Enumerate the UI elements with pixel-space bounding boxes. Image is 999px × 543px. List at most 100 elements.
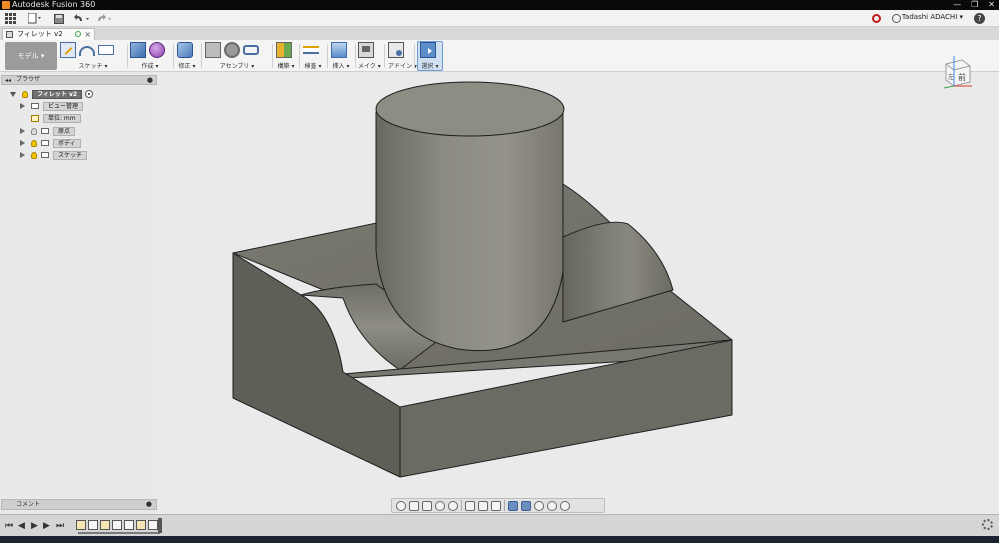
- model-view[interactable]: [158, 72, 999, 514]
- document-tab[interactable]: フィレット v2 ×: [2, 28, 95, 40]
- make-group[interactable]: メイク ▾: [358, 42, 381, 70]
- expand-toggle-icon[interactable]: [20, 140, 25, 146]
- camera-icon[interactable]: [560, 500, 570, 511]
- select-group[interactable]: 選択 ▾: [420, 42, 440, 70]
- expand-toggle-icon[interactable]: [20, 103, 25, 109]
- fit-icon[interactable]: [448, 500, 458, 511]
- visibility-bulb-icon[interactable]: [31, 151, 37, 159]
- sketch-menu-label[interactable]: スケッチ ▾: [60, 61, 126, 70]
- workspace-switcher[interactable]: モデル ▾: [5, 42, 57, 70]
- form-icon[interactable]: [149, 42, 165, 58]
- as-built-joint-icon[interactable]: [243, 45, 259, 55]
- scripts-addins-icon[interactable]: [388, 42, 404, 58]
- viewcube-left-label[interactable]: 左: [948, 73, 954, 81]
- visibility-bulb-icon[interactable]: [31, 127, 37, 135]
- maximize-button[interactable]: ❐: [971, 0, 978, 10]
- insert-group[interactable]: 挿入 ▾: [331, 42, 351, 70]
- timeline-marker[interactable]: [158, 518, 162, 533]
- app-grid-icon[interactable]: [5, 12, 16, 25]
- timeline-sketch-feature[interactable]: [76, 520, 86, 530]
- undo-icon[interactable]: [74, 12, 92, 25]
- play-icon[interactable]: ▶: [31, 521, 38, 531]
- collapse-panel-icon[interactable]: ◂◂: [5, 77, 11, 85]
- visibility-bulb-icon[interactable]: [22, 90, 28, 98]
- insert-menu-label[interactable]: 挿入 ▾: [331, 61, 351, 70]
- offset-plane-icon[interactable]: [276, 42, 292, 58]
- grid-settings-icon[interactable]: [478, 500, 488, 511]
- environment-icon[interactable]: [521, 500, 531, 511]
- look-at-icon[interactable]: [409, 500, 419, 511]
- expand-toggle-icon[interactable]: [10, 91, 16, 97]
- tree-item-label[interactable]: 単位: mm: [43, 113, 81, 123]
- tree-item-label[interactable]: スケッチ: [53, 150, 88, 160]
- step-forward-icon[interactable]: ▶: [43, 521, 50, 531]
- assembly-group[interactable]: アセンブリ ▾: [205, 42, 269, 70]
- tree-item-bodies[interactable]: ボディ: [20, 138, 81, 148]
- create-menu-label[interactable]: 作成 ▾: [130, 61, 170, 70]
- measure-icon[interactable]: [303, 46, 319, 54]
- orbit-icon[interactable]: [396, 500, 406, 511]
- job-status-icon[interactable]: [892, 14, 901, 23]
- select-menu-label[interactable]: 選択 ▾: [420, 61, 440, 70]
- 3d-viewport[interactable]: [158, 72, 999, 514]
- inspect-group[interactable]: 検査 ▾: [303, 42, 323, 70]
- effects-icon[interactable]: [534, 500, 544, 511]
- tree-item-view-manager[interactable]: ビュー管理: [20, 101, 84, 111]
- modify-group[interactable]: 修正 ▾: [177, 42, 197, 70]
- viewcube-front-label[interactable]: 前: [958, 72, 966, 82]
- display-settings-icon[interactable]: [465, 500, 475, 511]
- help-icon[interactable]: ?: [974, 13, 985, 24]
- timeline-sketch-feature[interactable]: [136, 520, 146, 530]
- visual-style-icon[interactable]: [508, 500, 518, 511]
- construct-group[interactable]: 構築 ▾: [276, 42, 296, 70]
- root-component-label[interactable]: フィレット v2: [32, 89, 83, 99]
- viewports-icon[interactable]: [491, 500, 501, 511]
- redo-icon[interactable]: [96, 12, 114, 25]
- addins-menu-label[interactable]: アドイン ▾: [388, 61, 417, 70]
- timeline-fillet-feature[interactable]: [148, 520, 158, 530]
- addins-group[interactable]: アドイン ▾: [388, 42, 417, 70]
- save-icon[interactable]: [54, 12, 64, 25]
- construct-menu-label[interactable]: 構築 ▾: [276, 61, 296, 70]
- 3d-print-icon[interactable]: [358, 42, 374, 58]
- timeline-sketch-feature[interactable]: [100, 520, 110, 530]
- create-group[interactable]: 作成 ▾: [130, 42, 170, 70]
- timeline-settings-icon[interactable]: [982, 519, 993, 530]
- record-icon[interactable]: [872, 14, 881, 23]
- tree-root[interactable]: フィレット v2: [10, 89, 94, 99]
- sketch-group[interactable]: スケッチ ▾: [60, 42, 126, 70]
- tree-item-label[interactable]: ボディ: [53, 138, 81, 148]
- make-menu-label[interactable]: メイク ▾: [358, 61, 381, 70]
- press-pull-icon[interactable]: [177, 42, 193, 58]
- close-window-button[interactable]: ✕: [988, 0, 995, 10]
- file-menu-icon[interactable]: [28, 12, 42, 25]
- expand-toggle-icon[interactable]: [20, 152, 25, 158]
- viewcube[interactable]: 左 前: [942, 54, 974, 90]
- go-to-start-icon[interactable]: ⏮: [5, 521, 13, 531]
- browser-panel-header[interactable]: ◂◂ ブラウザ ●: [1, 75, 157, 85]
- step-back-icon[interactable]: ◀: [18, 521, 25, 531]
- create-sketch-icon[interactable]: [60, 42, 76, 58]
- joint-icon[interactable]: [224, 42, 240, 58]
- block-body[interactable]: [232, 81, 733, 478]
- tree-item-label[interactable]: ビュー管理: [43, 101, 84, 111]
- tree-item-sketches[interactable]: スケッチ: [20, 150, 88, 160]
- arc-icon[interactable]: [79, 46, 95, 56]
- comments-panel-header[interactable]: コメント ●: [1, 499, 157, 510]
- modify-menu-label[interactable]: 修正 ▾: [177, 61, 197, 70]
- zoom-icon[interactable]: [435, 500, 445, 511]
- assembly-menu-label[interactable]: アセンブリ ▾: [205, 61, 269, 70]
- panel-options-icon[interactable]: ●: [147, 76, 153, 84]
- timeline-fillet-feature[interactable]: [124, 520, 134, 530]
- add-comment-icon[interactable]: ●: [146, 500, 152, 509]
- tree-item-label[interactable]: 原点: [53, 126, 76, 136]
- user-account-menu[interactable]: Tadashi ADACHI ▾: [902, 13, 963, 21]
- minimize-button[interactable]: —: [953, 0, 961, 10]
- new-component-icon[interactable]: [205, 42, 221, 58]
- timeline-extrude-feature[interactable]: [112, 520, 122, 530]
- tree-item-origin[interactable]: 原点: [20, 126, 76, 136]
- insert-image-icon[interactable]: [331, 42, 347, 58]
- pan-hand-icon[interactable]: [422, 500, 432, 511]
- object-visibility-icon[interactable]: [547, 500, 557, 511]
- inspect-menu-label[interactable]: 検査 ▾: [303, 61, 323, 70]
